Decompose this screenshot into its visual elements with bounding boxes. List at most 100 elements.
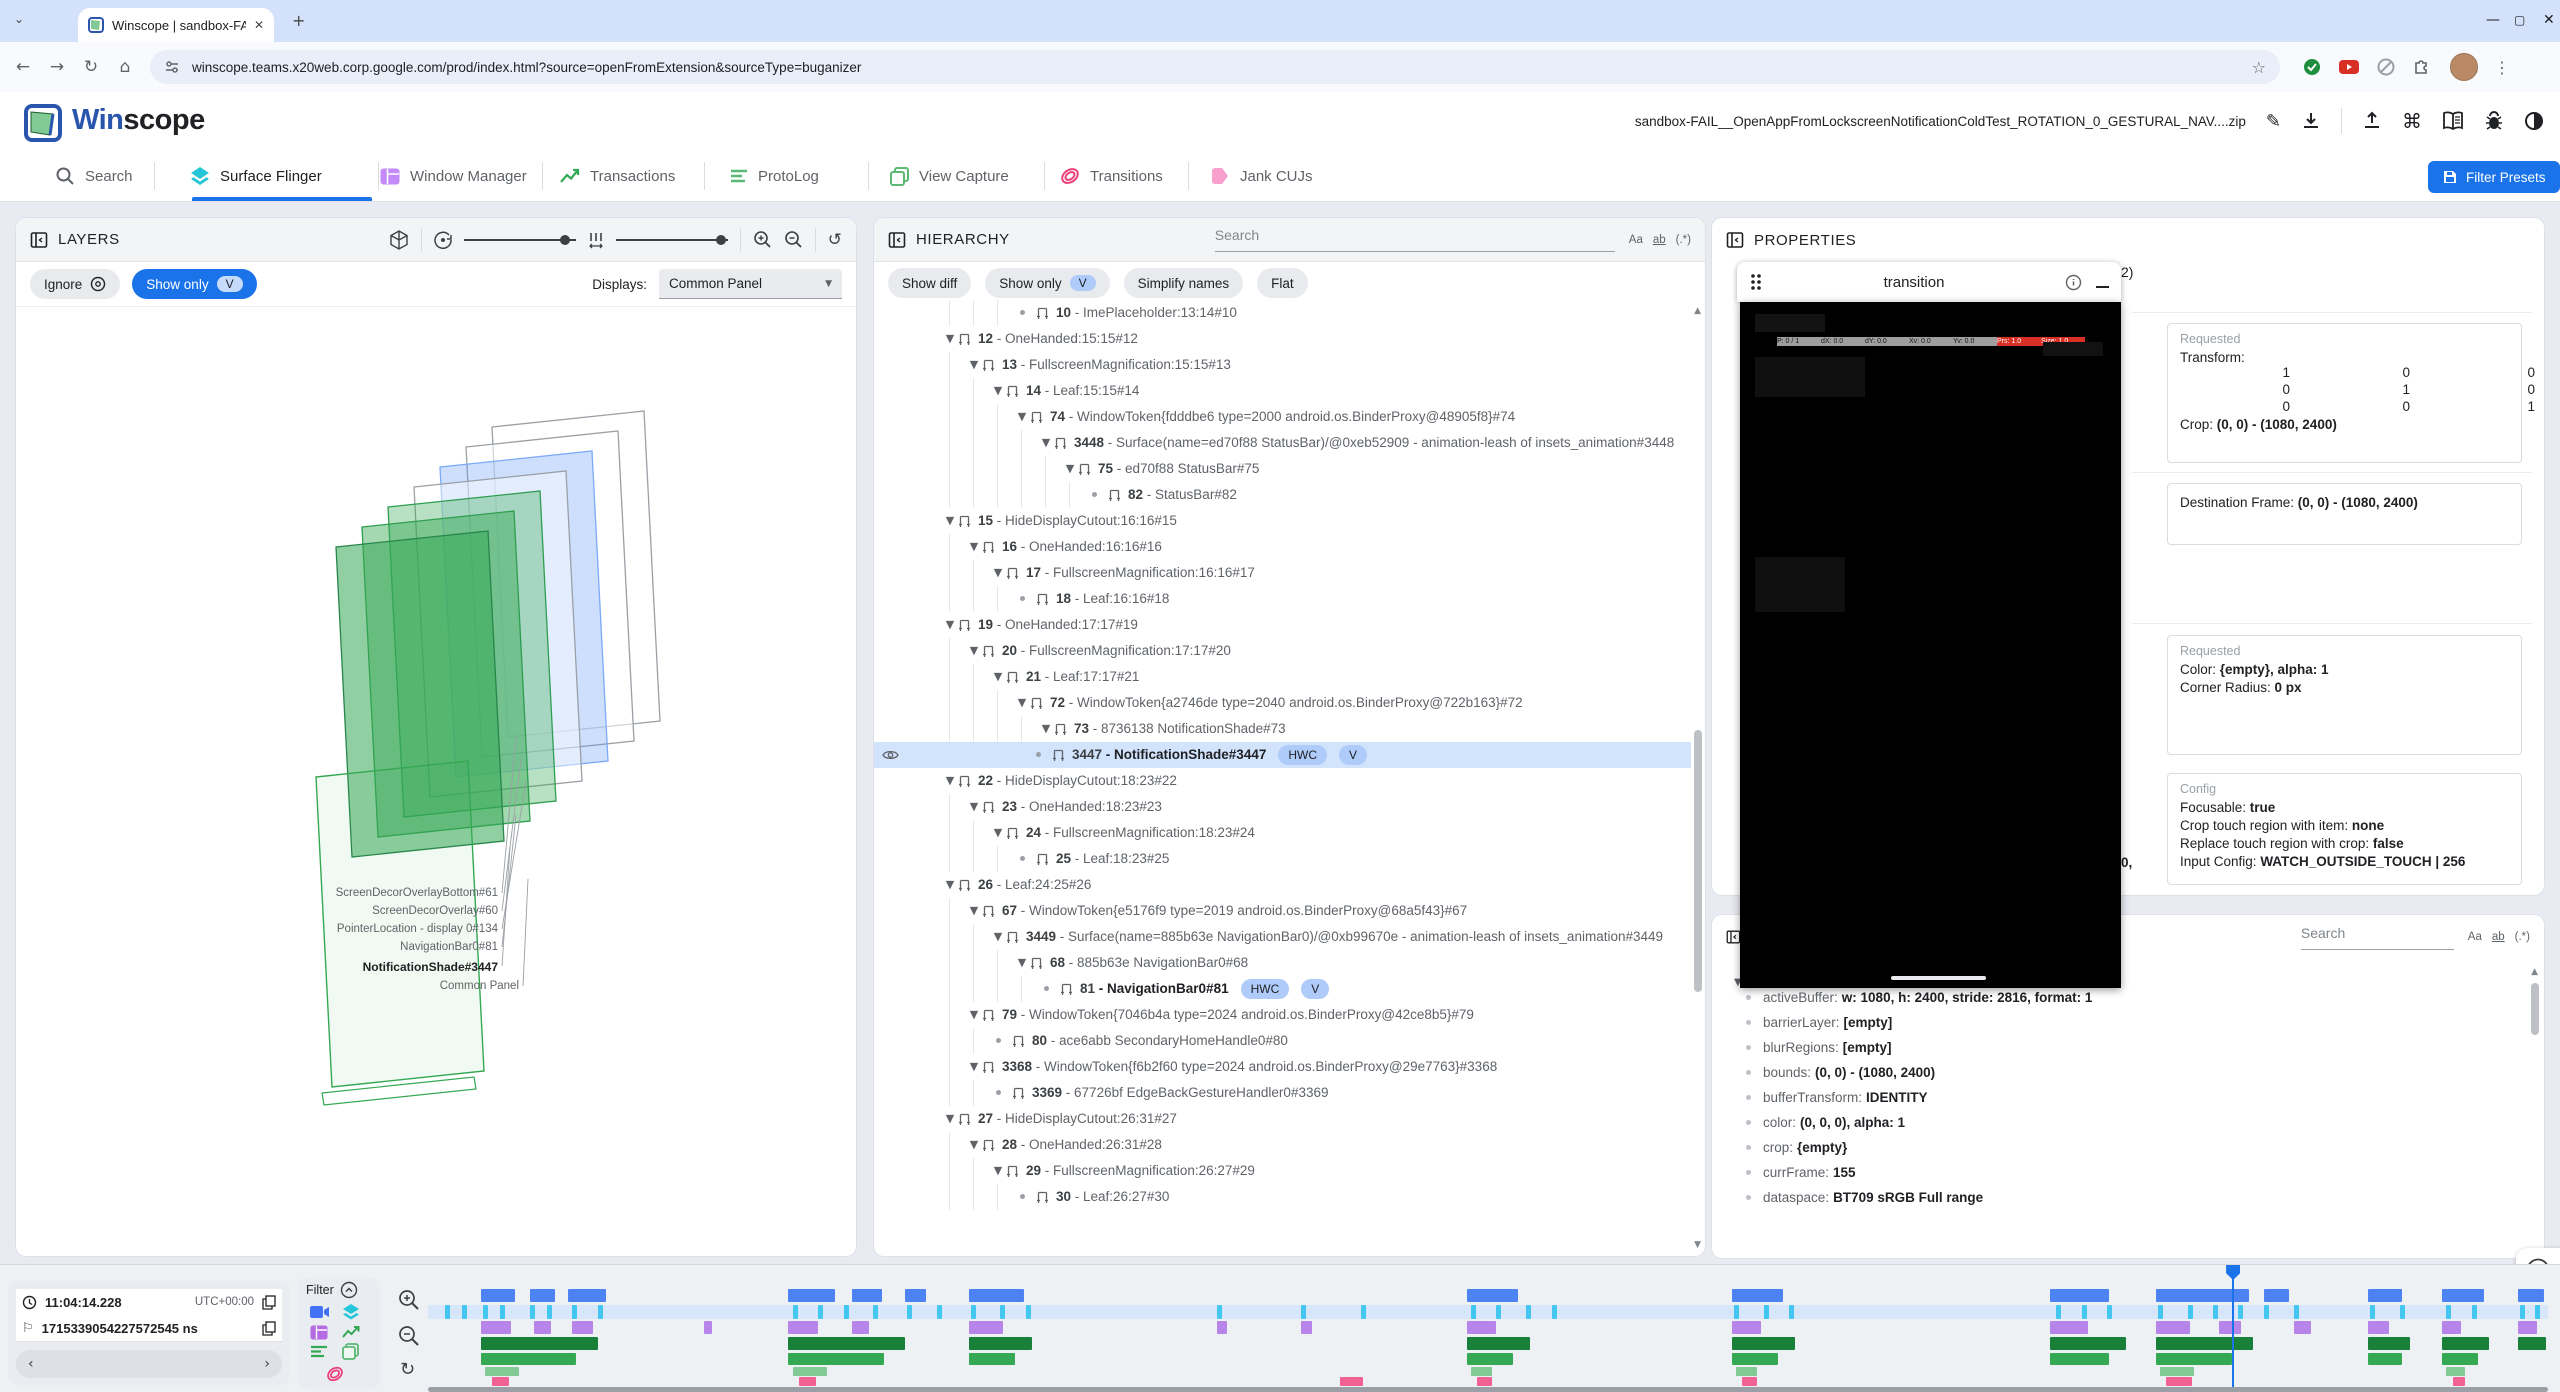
trace-entry-tick[interactable]: [1764, 1305, 1769, 1319]
property-row-dataspace[interactable]: dataspace:BT709 sRGB Full range: [1712, 1185, 2512, 1210]
trace-entry-tick[interactable]: [2238, 1305, 2243, 1319]
collapse-arrow-icon[interactable]: ▼: [1014, 950, 1030, 976]
property-row-crop[interactable]: crop:{empty}: [1712, 1135, 2512, 1160]
trace-entry-tick[interactable]: [971, 1305, 976, 1319]
collapse-arrow-icon[interactable]: ▼: [942, 612, 958, 638]
trace-block-row2[interactable]: [1732, 1321, 1762, 1334]
collapse-filter-icon[interactable]: [340, 1281, 358, 1299]
collapse-arrow-icon[interactable]: ▼: [990, 664, 1006, 690]
trace-block-row6[interactable]: [799, 1377, 816, 1386]
minimize-overlay-icon[interactable]: [2096, 286, 2109, 289]
property-row-activeBuffer[interactable]: activeBuffer:w: 1080, h: 2400, stride: 2…: [1712, 985, 2512, 1010]
rotation-slider[interactable]: [464, 233, 576, 247]
trace-block-row5[interactable]: [2160, 1367, 2194, 1376]
tree-node-27[interactable]: ▼27 - HideDisplayCutout:26:31#27: [874, 1106, 1691, 1132]
timeline-hscroll[interactable]: ‹ ›: [16, 1350, 282, 1378]
tree-node-79[interactable]: ▼79 - WindowToken{7046b4a type=2024 andr…: [874, 1002, 1691, 1028]
tree-node-67[interactable]: ▼67 - WindowToken{e5176f9 type=2019 andr…: [874, 898, 1691, 924]
info-icon[interactable]: [2065, 274, 2082, 291]
tree-node-10[interactable]: 10 - ImePlaceholder:13:14#10: [874, 300, 1691, 326]
match-case-toggle[interactable]: Aa: [1629, 234, 1643, 246]
wall-clock-row[interactable]: 11:04:14.228 UTC+00:00: [16, 1289, 282, 1316]
trace-block-row1[interactable]: [2264, 1289, 2289, 1302]
tree-node-17[interactable]: ▼17 - FullscreenMagnification:16:16#17: [874, 560, 1691, 586]
trace-entry-tick[interactable]: [598, 1305, 603, 1319]
hierarchy-chip-flat[interactable]: Flat: [1257, 268, 1308, 298]
timeline-reset-zoom-icon[interactable]: ↻: [400, 1359, 415, 1380]
trace-block-row5[interactable]: [1736, 1367, 1757, 1376]
property-row-blurRegions[interactable]: blurRegions:[empty]: [1712, 1035, 2512, 1060]
hierarchy-chip-simplify-names[interactable]: Simplify names: [1124, 268, 1244, 298]
match-word-toggle[interactable]: ab: [2492, 931, 2505, 943]
collapse-arrow-icon[interactable]: ▼: [966, 898, 982, 924]
tree-node-23[interactable]: ▼23 - OneHanded:18:23#23: [874, 794, 1691, 820]
layer-label-6[interactable]: Common Panel: [440, 980, 519, 992]
trace-entry-tick[interactable]: [1471, 1305, 1476, 1319]
tree-node-12[interactable]: ▼12 - OneHanded:15:15#12: [874, 326, 1691, 352]
tree-node-29[interactable]: ▼29 - FullscreenMagnification:26:27#29: [874, 1158, 1691, 1184]
trace-entry-tick[interactable]: [547, 1305, 552, 1319]
window-maximize-button[interactable]: ▢: [2514, 13, 2525, 27]
hierarchy-search-input[interactable]: Search: [1215, 227, 1615, 252]
trace-entry-tick[interactable]: [2472, 1305, 2477, 1319]
collapse-arrow-icon[interactable]: ▼: [942, 508, 958, 534]
trace-block-row5[interactable]: [1471, 1367, 1492, 1376]
match-case-toggle[interactable]: Aa: [2468, 931, 2482, 943]
trace-block-row1[interactable]: [788, 1289, 835, 1302]
layer-spacing-icon[interactable]: [588, 231, 604, 249]
documentation-book-icon[interactable]: [2442, 111, 2464, 131]
collapse-arrow-icon[interactable]: ▼: [1014, 690, 1030, 716]
trace-block-row3[interactable]: [788, 1337, 905, 1350]
edit-file-icon[interactable]: ✎: [2266, 111, 2281, 132]
panel-collapse-icon[interactable]: [888, 231, 906, 249]
trace-entry-tick[interactable]: [818, 1305, 823, 1319]
tree-node-20[interactable]: ▼20 - FullscreenMagnification:17:17#20: [874, 638, 1691, 664]
trace-block-row2[interactable]: [2368, 1321, 2389, 1334]
trace-entry-tick[interactable]: [2213, 1305, 2218, 1319]
timestamp-row[interactable]: ⚐ 1715339054227572545 ns: [16, 1315, 282, 1342]
tree-node-3448[interactable]: ▼3448 - Surface(name=ed70f88 StatusBar)/…: [874, 430, 1691, 456]
displays-select[interactable]: Common Panel ▼: [659, 269, 842, 299]
collapse-arrow-icon[interactable]: ▼: [1038, 430, 1054, 456]
tree-node-28[interactable]: ▼28 - OneHanded:26:31#28: [874, 1132, 1691, 1158]
window-manager-trace-icon[interactable]: [310, 1325, 328, 1340]
trace-block-row1[interactable]: [568, 1289, 606, 1302]
viewer-tab-search[interactable]: Search: [55, 152, 133, 200]
tree-node-15[interactable]: ▼15 - HideDisplayCutout:16:16#15: [874, 508, 1691, 534]
sf-trace-band[interactable]: [428, 1305, 2548, 1319]
dark-mode-toggle-icon[interactable]: [2524, 111, 2544, 131]
tree-node-3447[interactable]: 3447 - NotificationShade#3447HWCV: [874, 742, 1691, 768]
panel-collapse-icon[interactable]: [1726, 231, 1744, 249]
trace-block-row3[interactable]: [2156, 1337, 2254, 1350]
copy-icon[interactable]: [262, 1321, 276, 1336]
keyboard-shortcuts-icon[interactable]: ⌘: [2402, 109, 2422, 133]
download-icon[interactable]: [2301, 111, 2321, 131]
collapse-arrow-icon[interactable]: ▼: [1038, 716, 1054, 742]
trace-block-row4[interactable]: [481, 1353, 576, 1365]
collapse-arrow-icon[interactable]: ▼: [942, 1106, 958, 1132]
trace-entry-tick[interactable]: [530, 1305, 535, 1319]
surface-flinger-trace-icon[interactable]: [342, 1303, 360, 1321]
trace-block-row2[interactable]: [2156, 1321, 2190, 1334]
window-minimize-button[interactable]: —: [2486, 12, 2500, 28]
trace-block-row4[interactable]: [1467, 1353, 1514, 1365]
trace-entry-tick[interactable]: [2520, 1305, 2525, 1319]
trace-block-row2[interactable]: [704, 1321, 712, 1334]
trace-block-row2[interactable]: [1301, 1321, 1312, 1334]
collapse-arrow-icon[interactable]: ▼: [990, 820, 1006, 846]
trace-entry-tick[interactable]: [844, 1305, 849, 1319]
property-row-bufferTransform[interactable]: bufferTransform:IDENTITY: [1712, 1085, 2512, 1110]
timeline-zoom-out-icon[interactable]: [398, 1325, 420, 1347]
timeline-canvas[interactable]: [428, 1265, 2548, 1392]
trace-entry-tick[interactable]: [2082, 1305, 2087, 1319]
drag-handle-icon[interactable]: [1749, 272, 1763, 292]
tree-node-82[interactable]: 82 - StatusBar#82: [874, 482, 1691, 508]
tree-node-25[interactable]: 25 - Leaf:18:23#25: [874, 846, 1691, 872]
tree-node-22[interactable]: ▼22 - HideDisplayCutout:18:23#22: [874, 768, 1691, 794]
extensions-puzzle-icon[interactable]: [2412, 57, 2432, 77]
collapse-arrow-icon[interactable]: ▼: [990, 560, 1006, 586]
tree-node-16[interactable]: ▼16 - OneHanded:16:16#16: [874, 534, 1691, 560]
collapse-arrow-icon[interactable]: ▼: [1062, 456, 1078, 482]
trace-block-row2[interactable]: [852, 1321, 869, 1334]
3d-view-cube-icon[interactable]: [389, 230, 409, 250]
